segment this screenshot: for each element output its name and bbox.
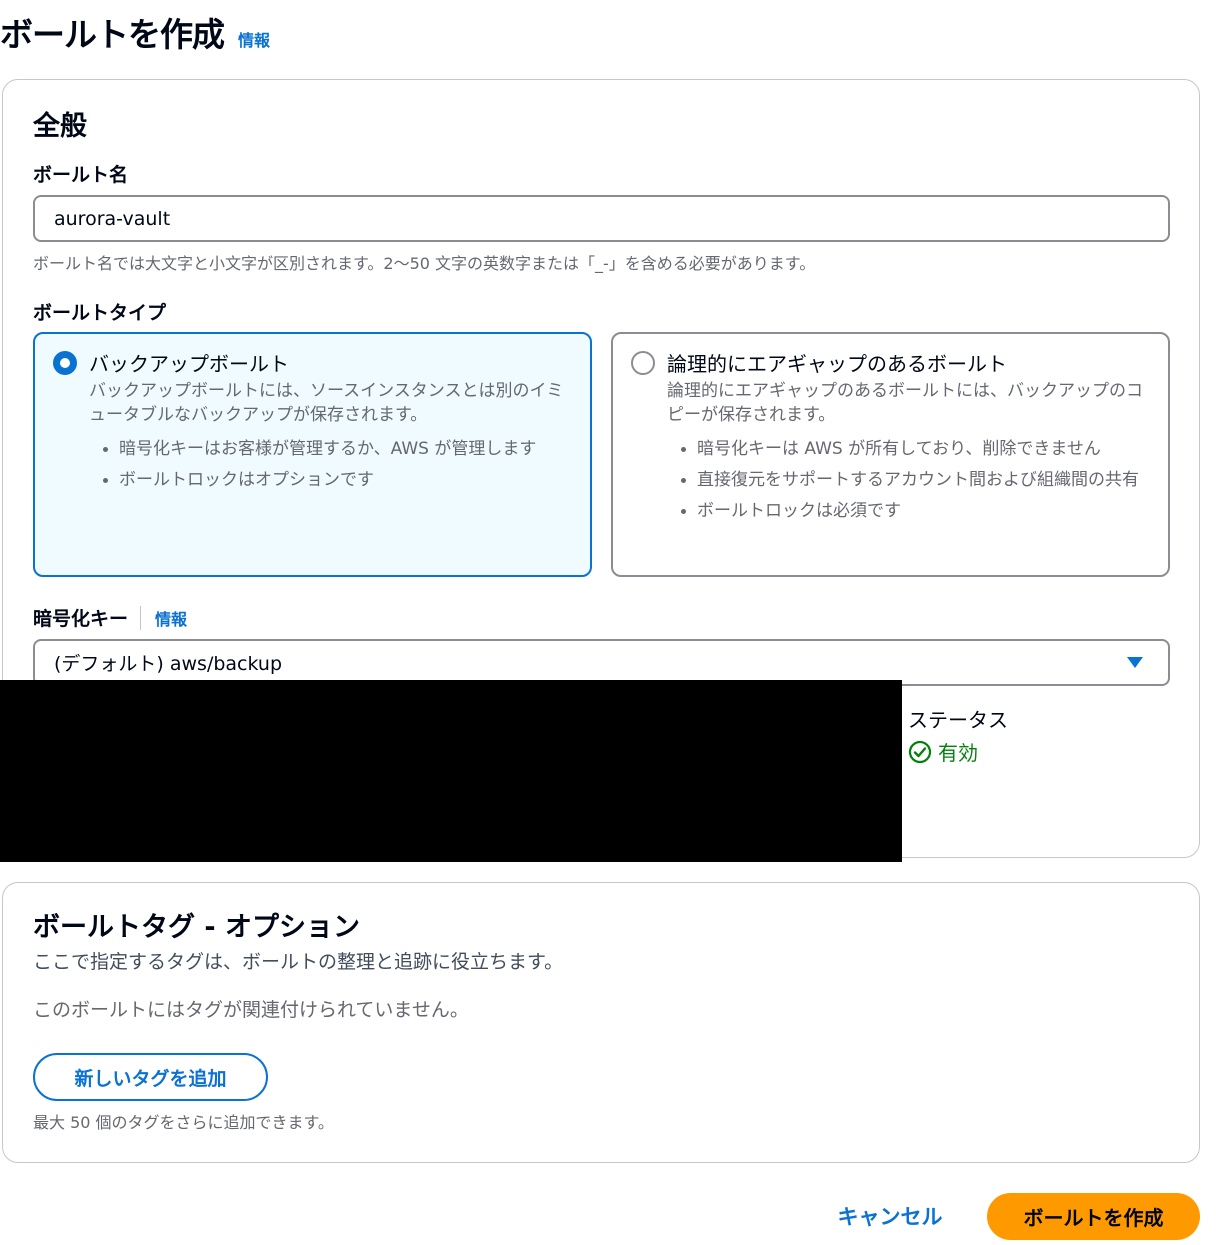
redacted-area	[0, 680, 902, 862]
option-bullet: 暗号化キーはお客様が管理するか、AWS が管理します	[101, 437, 572, 461]
tags-empty-message: このボールトにはタグが関連付けられていません。	[33, 999, 469, 1021]
label-divider	[140, 605, 142, 630]
option-bullets: 暗号化キーは AWS が所有しており、削除できません 直接復元をサポートするアカ…	[679, 437, 1150, 523]
tags-panel: ボールトタグ - オプション ここで指定するタグは、ボールトの整理と追跡に役立ち…	[2, 882, 1200, 1163]
status-value: 有効	[908, 737, 978, 766]
option-bullets: 暗号化キーはお客様が管理するか、AWS が管理します ボールトロックはオプション…	[101, 437, 572, 492]
add-tag-button[interactable]: 新しいタグを追加	[33, 1053, 268, 1101]
tags-description: ここで指定するタグは、ボールトの整理と追跡に役立ちます。	[33, 951, 564, 973]
option-bullet: 直接復元をサポートするアカウント間および組織間の共有	[679, 468, 1150, 492]
page-header: ボールトを作成 情報	[0, 8, 270, 56]
general-section-title: 全般	[33, 111, 87, 142]
status-text: 有効	[938, 741, 978, 765]
vault-type-label: ボールトタイプ	[33, 302, 167, 324]
option-bullet: 暗号化キーは AWS が所有しており、削除できません	[679, 437, 1150, 461]
page-title: ボールトを作成	[0, 15, 225, 54]
vault-name-input[interactable]	[33, 195, 1170, 242]
option-description: バックアップボールトには、ソースインスタンスとは別のイミュータブルなバックアップ…	[89, 381, 564, 425]
vault-name-label: ボールト名	[33, 164, 129, 186]
encryption-key-label: 暗号化キー	[33, 608, 129, 630]
tags-limit-hint: 最大 50 個のタグをさらに追加できます。	[33, 1113, 334, 1132]
option-bullet: ボールトロックは必須です	[679, 499, 1150, 523]
caret-down-icon	[1127, 657, 1143, 668]
option-description: 論理的にエアギャップのあるボールトには、バックアップのコピーが保存されます。	[667, 381, 1143, 425]
vault-type-option-air-gapped[interactable]: 論理的にエアギャップのあるボールト 論理的にエアギャップのあるボールトには、バッ…	[611, 332, 1170, 577]
option-title: バックアップボールト	[89, 352, 289, 376]
encryption-key-selected-value: (デフォルト) aws/backup	[54, 653, 283, 675]
option-title: 論理的にエアギャップのあるボールト	[667, 352, 1007, 376]
radio-selected-icon[interactable]	[53, 350, 77, 375]
vault-name-hint: ボールト名では大文字と小文字が区別されます。2～50 文字の英数字または「_-」…	[33, 254, 816, 273]
header-info-link[interactable]: 情報	[238, 27, 270, 51]
option-bullet: ボールトロックはオプションです	[101, 468, 572, 492]
cancel-button[interactable]: キャンセル	[822, 1195, 958, 1237]
radio-unselected-icon[interactable]	[631, 350, 655, 375]
create-vault-button[interactable]: ボールトを作成	[987, 1193, 1200, 1240]
status-label: ステータス	[908, 708, 1008, 732]
tags-section-title: ボールトタグ - オプション	[33, 912, 361, 943]
encryption-key-label-row: 暗号化キー 情報	[33, 604, 187, 631]
encryption-key-select[interactable]: (デフォルト) aws/backup	[33, 639, 1170, 686]
check-circle-icon	[908, 740, 932, 763]
vault-type-option-backup[interactable]: バックアップボールト バックアップボールトには、ソースインスタンスとは別のイミュ…	[33, 332, 592, 577]
encryption-key-info-link[interactable]: 情報	[155, 606, 187, 630]
